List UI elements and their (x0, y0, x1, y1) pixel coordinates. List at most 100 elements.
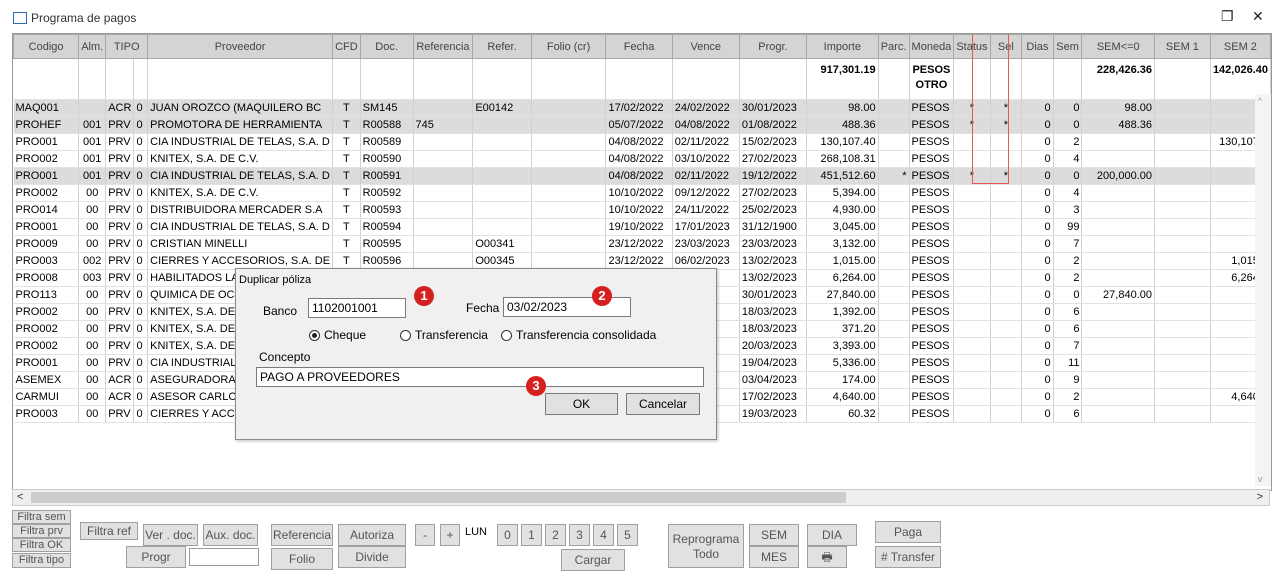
radio-cheque[interactable]: Cheque (309, 328, 366, 342)
column-header[interactable]: CFD (332, 34, 361, 59)
horizontal-scrollbar[interactable]: < > (12, 489, 1270, 506)
dia-button[interactable]: DIA (807, 524, 857, 546)
table-cell: PRO001 (13, 167, 80, 185)
progr-button[interactable]: Progr (126, 546, 186, 568)
day-2-button[interactable]: 2 (545, 524, 566, 546)
totals-cell (672, 58, 740, 100)
table-row[interactable]: PRO001 00 PRV 0 CIA INDUSTRIAL DE TELAS, S.A… (13, 218, 1271, 236)
column-header[interactable]: Importe (805, 34, 879, 59)
print-button[interactable]: 🖶 (807, 546, 847, 568)
table-row[interactable]: PRO014 00 PRV 0 DISTRIBUIDORA MERCADER S.A T R… (13, 201, 1271, 219)
printer-icon: 🖶 (821, 550, 833, 564)
scroll-right-icon[interactable]: > (1257, 491, 1263, 503)
column-header[interactable]: Sem (1052, 34, 1083, 59)
table-row[interactable]: PRO001 001 PRV 0 CIA INDUSTRIAL DE TELAS, S.… (13, 133, 1271, 151)
column-header[interactable]: Dias (1021, 34, 1054, 59)
autoriza-button[interactable]: Autoriza (338, 524, 406, 546)
column-header[interactable]: Referencia (412, 34, 474, 59)
table-cell (990, 303, 1023, 321)
column-header[interactable]: SEM<=0 (1081, 34, 1155, 59)
column-header[interactable]: Vence (671, 34, 740, 59)
table-cell: 19/12/2022 (739, 167, 807, 185)
scroll-up-icon[interactable]: ^ (1258, 96, 1262, 106)
table-cell (413, 201, 474, 219)
totals-cell (413, 58, 474, 100)
table-cell (953, 388, 991, 406)
day-4-button[interactable]: 4 (593, 524, 614, 546)
table-cell: 23/12/2022 (605, 235, 673, 253)
column-header[interactable]: Refer. (472, 34, 532, 59)
reprograma-todo-button[interactable]: Reprograma Todo (668, 524, 744, 568)
fecha-input[interactable] (503, 297, 631, 317)
scroll-down-icon[interactable]: v (1258, 474, 1263, 484)
vertical-scrollbar[interactable]: ^ v (1255, 94, 1271, 486)
column-header[interactable]: SEM 1 (1153, 34, 1211, 59)
table-cell: 15/02/2023 (739, 133, 807, 151)
annotation-badge-2: 2 (592, 286, 612, 306)
day-5-button[interactable]: 5 (617, 524, 638, 546)
cargar-button[interactable]: Cargar (561, 549, 625, 571)
paga-button[interactable]: Paga (875, 521, 941, 543)
minus-button[interactable]: - (415, 524, 435, 546)
table-row[interactable]: PRO002 001 PRV 0 KNITEX, S.A. DE C.V. T R00590… (13, 150, 1271, 168)
close-icon[interactable]: ✕ (1252, 8, 1264, 25)
table-cell (472, 150, 532, 168)
banco-input[interactable] (308, 298, 406, 318)
table-row[interactable]: PRO002 00 PRV 0 KNITEX, S.A. DE C.V. T R00592 1… (13, 184, 1271, 202)
sem-button[interactable]: SEM (749, 524, 799, 546)
table-row[interactable]: PROHEF 001 PRV 0 PROMOTORA DE HERRAMIENTA T R0… (13, 116, 1271, 134)
table-cell: 0 (1021, 405, 1054, 423)
folio-button[interactable]: Folio (271, 548, 333, 570)
scroll-left-icon[interactable]: < (17, 491, 23, 503)
day-3-button[interactable]: 3 (569, 524, 590, 546)
column-header[interactable]: SEM 2 (1209, 34, 1271, 59)
plus-button[interactable]: + (440, 524, 460, 546)
table-cell: CIERRES Y ACCESORIOS, S.A. DE (147, 252, 334, 270)
column-header[interactable]: Codigo (13, 34, 80, 59)
ver-doc-button[interactable]: Ver . doc. (143, 524, 198, 546)
table-cell (953, 371, 991, 389)
table-cell: 2 (1053, 252, 1083, 270)
table-cell: 27/02/2023 (739, 184, 807, 202)
day-1-button[interactable]: 1 (521, 524, 542, 546)
aux-doc-button[interactable]: Aux. doc. (203, 524, 258, 546)
column-header[interactable]: Folio (cr) (530, 34, 607, 59)
table-cell: 174.00 (806, 371, 879, 389)
concepto-input[interactable] (256, 367, 704, 387)
column-header[interactable]: Fecha (605, 34, 673, 59)
column-header[interactable]: Progr. (738, 34, 807, 59)
cancelar-button[interactable]: Cancelar (626, 393, 700, 415)
filtra-tipo-button[interactable]: Filtra tipo (12, 553, 71, 568)
table-cell: 04/08/2022 (605, 133, 673, 151)
column-header[interactable]: Proveedor (147, 34, 334, 59)
referencia-button[interactable]: Referencia (271, 524, 333, 546)
table-row[interactable]: PRO009 00 PRV 0 CRISTIAN MINELLI T R00595 O0034… (13, 235, 1271, 253)
ok-button[interactable]: OK (545, 393, 618, 415)
mes-button[interactable]: MES (749, 546, 799, 568)
progr-input[interactable] (189, 548, 259, 566)
divide-button[interactable]: Divide (338, 546, 406, 568)
table-row[interactable]: PRO001 001 PRV 0 CIA INDUSTRIAL DE TELAS, S.… (13, 167, 1271, 185)
filtra-sem0-button[interactable]: Filtra sem 0 (12, 510, 71, 535)
radio-transferencia[interactable]: Transferencia (400, 328, 488, 342)
table-cell: 00 (78, 286, 107, 304)
restore-icon[interactable]: ❐ (1221, 8, 1234, 25)
table-cell: PRV (105, 354, 135, 372)
table-cell: 0 (1021, 269, 1054, 287)
table-cell (531, 218, 607, 236)
filtra-prv-button[interactable]: Filtra prv (12, 524, 71, 538)
table-cell: 002 (78, 252, 107, 270)
column-header[interactable]: Doc. (359, 34, 414, 59)
filtra-ref-button[interactable]: Filtra ref (80, 522, 138, 540)
column-header[interactable]: Moneda (908, 34, 955, 59)
column-header[interactable]: Parc. (877, 34, 910, 59)
transfer-button[interactable]: # Transfer (875, 546, 941, 568)
radio-consolidada[interactable]: Transferencia consolidada (501, 328, 656, 342)
table-row[interactable]: MAQ001 ACR 0 JUAN OROZCO (MAQUILERO BC T SM14… (13, 99, 1271, 117)
column-header[interactable]: Alm. (78, 34, 107, 59)
scroll-thumb[interactable] (31, 492, 846, 503)
day-0-button[interactable]: 0 (497, 524, 518, 546)
column-header[interactable]: TIPO (105, 34, 149, 59)
filtra-ok-button[interactable]: Filtra OK (12, 538, 71, 552)
table-row[interactable]: PRO003 002 PRV 0 CIERRES Y ACCESORIOS, S.A. … (13, 252, 1271, 270)
